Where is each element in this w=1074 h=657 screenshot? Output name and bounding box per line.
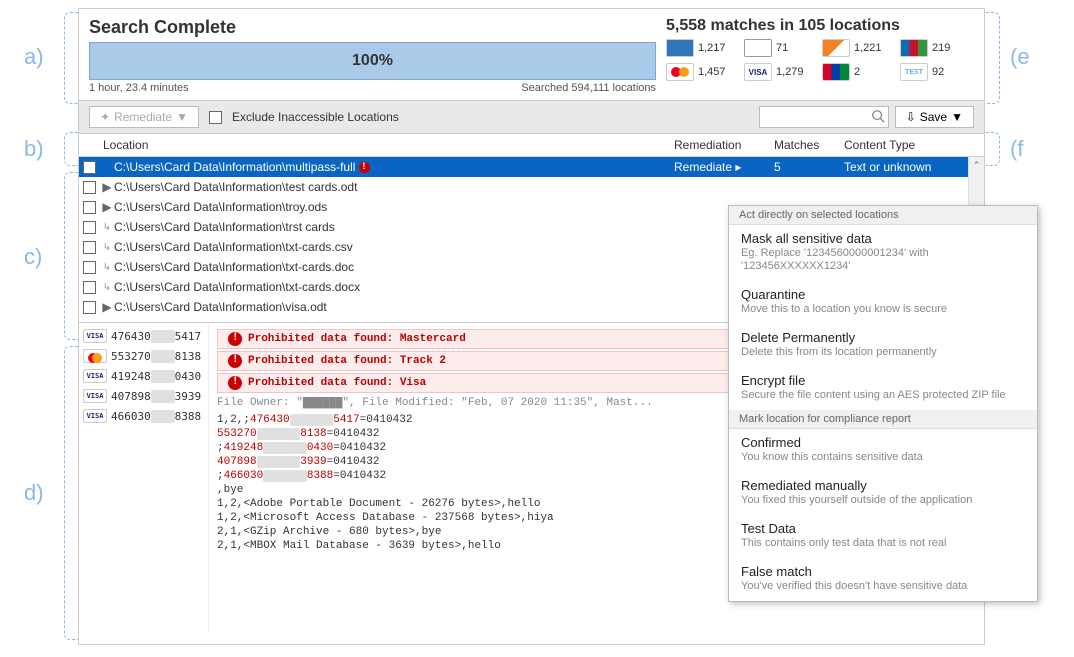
found-card-item[interactable]: VISA407898███3939	[83, 389, 204, 403]
visa-icon: VISA	[83, 409, 107, 423]
search-input[interactable]	[759, 106, 889, 128]
searched-count: Searched 594,111 locations	[521, 82, 656, 94]
alert-icon	[228, 332, 242, 346]
row-checkbox[interactable]	[83, 301, 96, 314]
card-summary-item: 1,457	[666, 63, 738, 81]
row-checkbox[interactable]	[83, 241, 96, 254]
search-icon[interactable]	[871, 109, 885, 123]
summary-section: 5,558 matches in 105 locations 1,217 71 1,…	[666, 17, 974, 94]
card-summary-item: 219	[900, 39, 972, 57]
annot-d: d)	[24, 480, 44, 506]
found-card-item[interactable]: VISA419248███0430	[83, 369, 204, 383]
card-summary-item: VISA1,279	[744, 63, 816, 81]
elapsed-time: 1 hour, 23.4 minutes	[89, 82, 189, 94]
summary-title: 5,558 matches in 105 locations	[666, 17, 974, 35]
menu-item[interactable]: Test DataThis contains only test data th…	[729, 515, 1037, 558]
menu-item[interactable]: ConfirmedYou know this contains sensitiv…	[729, 429, 1037, 472]
jcb-icon	[900, 39, 928, 57]
alert-icon	[228, 354, 242, 368]
alert-icon	[228, 376, 242, 390]
row-checkbox[interactable]	[83, 161, 96, 174]
progress-title: Search Complete	[89, 17, 656, 38]
row-checkbox[interactable]	[83, 261, 96, 274]
remediate-menu: Act directly on selected locations Mask …	[728, 205, 1038, 602]
main-panel: Search Complete 100% 1 hour, 23.4 minute…	[78, 8, 985, 645]
menu-item[interactable]: Encrypt fileSecure the file content usin…	[729, 367, 1037, 410]
menu-section-header: Act directly on selected locations	[729, 206, 1037, 225]
visa-icon: VISA	[744, 63, 772, 81]
card-summary-item: TEST92	[900, 63, 972, 81]
col-matches[interactable]: Matches	[774, 138, 844, 152]
found-card-item[interactable]: 553270███8138	[83, 349, 204, 363]
card-summary-item: 1,221	[822, 39, 894, 57]
card-list: VISA476430███5417 553270███8138 VISA419248…	[79, 323, 209, 633]
exclude-checkbox[interactable]: Exclude Inaccessible Locations	[209, 110, 399, 124]
diners-icon	[744, 39, 772, 57]
visa-icon: VISA	[83, 369, 107, 383]
menu-item[interactable]: Delete PermanentlyDelete this from its l…	[729, 324, 1037, 367]
scroll-up[interactable]: ⌃	[969, 157, 984, 173]
row-checkbox[interactable]	[83, 181, 96, 194]
error-icon	[359, 162, 370, 173]
row-checkbox[interactable]	[83, 221, 96, 234]
col-content-type[interactable]: Content Type	[844, 138, 984, 152]
mc-icon	[666, 63, 694, 81]
menu-section-header: Mark location for compliance report	[729, 410, 1037, 429]
mc-icon	[83, 349, 107, 363]
menu-item[interactable]: False matchYou've verified this doesn't …	[729, 558, 1037, 601]
toolbar: ✦ Remediate ▼ Exclude Inaccessible Locat…	[79, 100, 984, 134]
progress-bar: 100%	[89, 42, 656, 80]
found-card-item[interactable]: VISA466030███8388	[83, 409, 204, 423]
unionpay-icon	[822, 63, 850, 81]
col-remediation[interactable]: Remediation	[674, 138, 774, 152]
discover-icon	[822, 39, 850, 57]
card-summary-item: 2	[822, 63, 894, 81]
annot-b: b)	[24, 136, 44, 162]
annot-a: a)	[24, 44, 44, 70]
menu-item[interactable]: Mask all sensitive dataEg. Replace '1234…	[729, 225, 1037, 281]
amex-icon	[666, 39, 694, 57]
found-card-item[interactable]: VISA476430███5417	[83, 329, 204, 343]
table-row[interactable]: C:\Users\Card Data\Information\multipass…	[79, 157, 984, 177]
visa-icon: VISA	[83, 329, 107, 343]
card-summary-item: 71	[744, 39, 816, 57]
progress-section: Search Complete 100% 1 hour, 23.4 minute…	[89, 17, 656, 94]
menu-item[interactable]: Remediated manuallyYou fixed this yourse…	[729, 472, 1037, 515]
col-location[interactable]: Location	[103, 138, 674, 152]
test-icon: TEST	[900, 63, 928, 81]
remediate-button[interactable]: ✦ Remediate ▼	[89, 106, 199, 128]
row-checkbox[interactable]	[83, 201, 96, 214]
table-row[interactable]: ▶C:\Users\Card Data\Information\test car…	[79, 177, 984, 197]
row-checkbox[interactable]	[83, 281, 96, 294]
annot-c: c)	[24, 244, 42, 270]
visa-icon: VISA	[83, 389, 107, 403]
card-summary-item: 1,217	[666, 39, 738, 57]
annot-f: (f	[1010, 136, 1023, 162]
save-button[interactable]: ⇩ Save ▼	[895, 106, 974, 128]
annot-e: (e	[1010, 44, 1030, 70]
menu-item[interactable]: QuarantineMove this to a location you kn…	[729, 281, 1037, 324]
table-header: Location Remediation Matches Content Typ…	[79, 134, 984, 157]
